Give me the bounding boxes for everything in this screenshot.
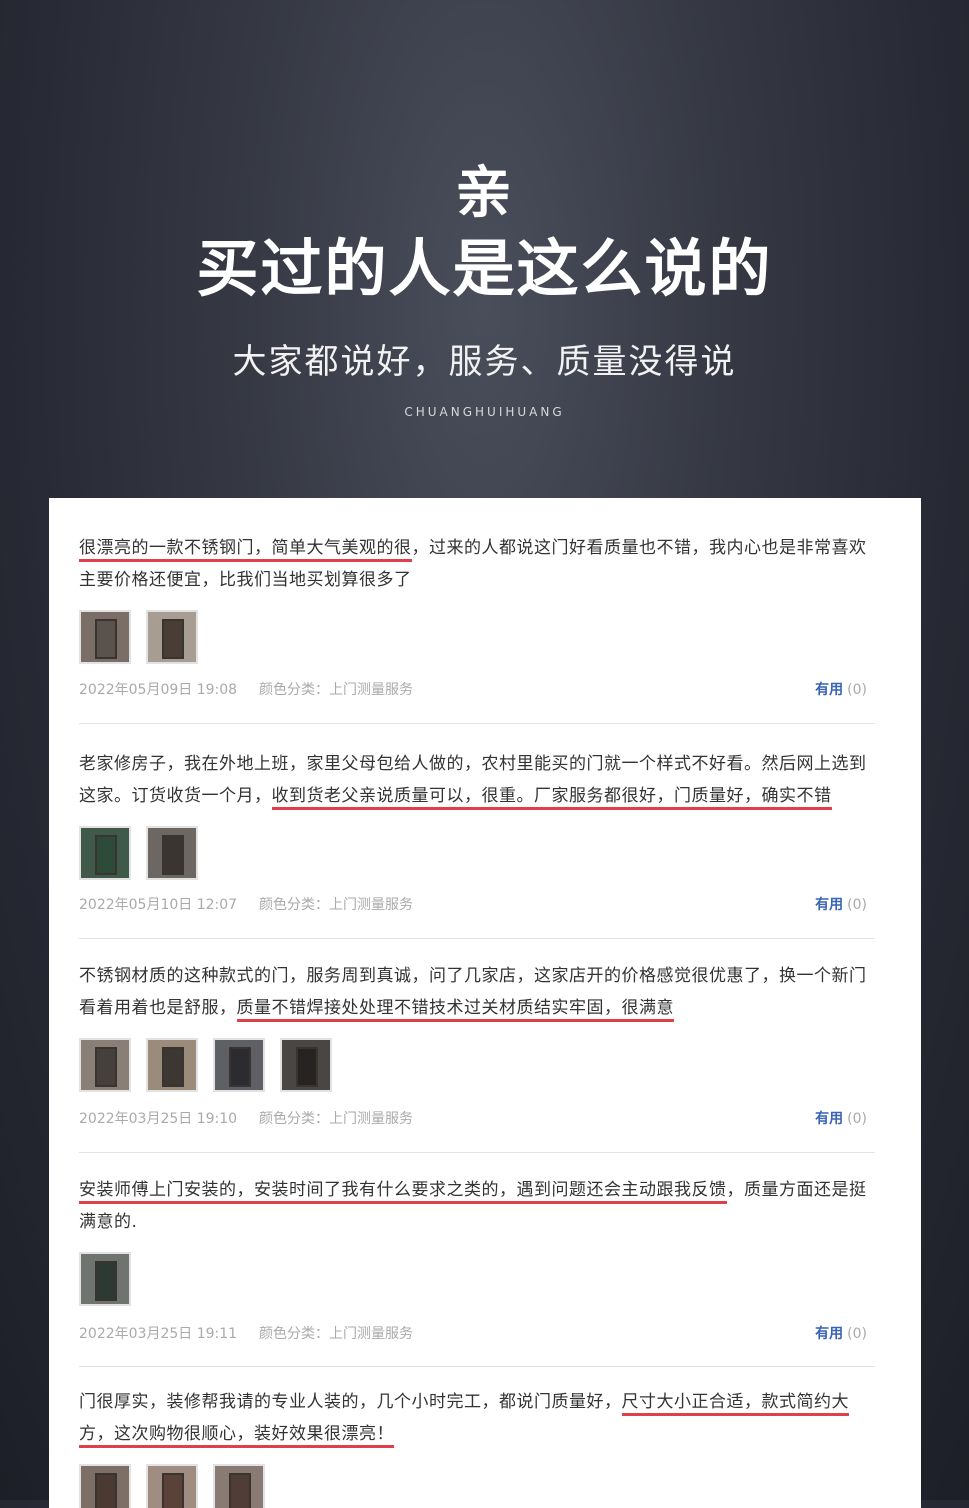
review-meta: 2022年05月10日 12:07 颜色分类：上门测量服务 有用 (0) <box>79 894 879 914</box>
useful-button[interactable]: 有用 (0) <box>815 1323 867 1343</box>
reviews-card: 很漂亮的一款不锈钢门，简单大气美观的很，过来的人都说这门好看质量也不错，我内心也… <box>49 498 921 1508</box>
review-date: 2022年03月25日 19:10 <box>79 1111 238 1127</box>
review-photo[interactable] <box>79 1038 131 1092</box>
review-item: 安装师傅上门安装的，安装时间了我有什么要求之类的，遇到问题还会主动跟我反馈，质量… <box>79 1174 879 1306</box>
review-highlight: 质量不错焊接处处理不错技术过关材质结实牢固，很满意 <box>236 998 674 1022</box>
review-meta: 2022年05月09日 19:08 颜色分类：上门测量服务 有用 (0) <box>79 679 879 699</box>
review-photos <box>79 1252 879 1306</box>
hero-title-line2: 买过的人是这么说的 <box>196 232 773 305</box>
review-item: 老家修房子，我在外地上班，家里父母包给人做的，农村里能买的门就一个样式不好看。然… <box>79 748 879 880</box>
review-meta: 2022年03月25日 19:10 颜色分类：上门测量服务 有用 (0) <box>79 1108 879 1128</box>
review-text: 老家修房子，我在外地上班，家里父母包给人做的，农村里能买的门就一个样式不好看。然… <box>79 748 879 812</box>
review-meta: 2022年03月25日 19:11 颜色分类：上门测量服务 有用 (0) <box>79 1323 879 1343</box>
review-text: 安装师傅上门安装的，安装时间了我有什么要求之类的，遇到问题还会主动跟我反馈，质量… <box>79 1174 879 1238</box>
divider <box>79 1152 875 1153</box>
review-photos <box>79 610 879 664</box>
review-photo[interactable] <box>146 610 198 664</box>
review-highlight: 收到货老父亲说质量可以，很重。厂家服务都很好，门质量好，确实不错 <box>271 786 832 810</box>
review-date: 2022年03月25日 19:11 <box>79 1326 238 1342</box>
review-category: 颜色分类：上门测量服务 <box>259 897 413 913</box>
useful-button[interactable]: 有用 (0) <box>815 1108 867 1128</box>
divider <box>79 938 875 939</box>
brand-name: CHUANGHUIHUANG <box>404 405 565 419</box>
hero-title-line1: 亲 <box>455 161 514 226</box>
review-date: 2022年05月09日 19:08 <box>79 682 238 698</box>
review-text: 门很厚实，装修帮我请的专业人装的，几个小时完工，都说门质量好，尺寸大小正合适，款… <box>79 1386 879 1450</box>
review-item: 门很厚实，装修帮我请的专业人装的，几个小时完工，都说门质量好，尺寸大小正合适，款… <box>79 1386 879 1508</box>
review-photo[interactable] <box>146 1464 198 1508</box>
review-photo[interactable] <box>79 1464 131 1508</box>
review-photo[interactable] <box>79 610 131 664</box>
hero-subtitle: 大家都说好，服务、质量没得说 <box>232 342 737 382</box>
review-date: 2022年05月10日 12:07 <box>79 897 238 913</box>
review-item: 不锈钢材质的这种款式的门，服务周到真诚，问了几家店，这家店开的价格感觉很优惠了，… <box>79 960 879 1092</box>
review-text: 很漂亮的一款不锈钢门，简单大气美观的很，过来的人都说这门好看质量也不错，我内心也… <box>79 532 879 596</box>
review-photo[interactable] <box>213 1038 265 1092</box>
review-photo[interactable] <box>213 1464 265 1508</box>
review-text-rest: 门很厚实，装修帮我请的专业人装的，几个小时完工，都说门质量好， <box>79 1392 622 1412</box>
review-category: 颜色分类：上门测量服务 <box>259 682 413 698</box>
review-text: 不锈钢材质的这种款式的门，服务周到真诚，问了几家店，这家店开的价格感觉很优惠了，… <box>79 960 879 1024</box>
review-photos <box>79 1038 879 1092</box>
useful-button[interactable]: 有用 (0) <box>815 894 867 914</box>
review-highlight: 安装师傅上门安装的，安装时间了我有什么要求之类的，遇到问题还会主动跟我反馈 <box>79 1180 727 1204</box>
useful-button[interactable]: 有用 (0) <box>815 679 867 699</box>
review-photo[interactable] <box>146 826 198 880</box>
review-photo[interactable] <box>79 826 131 880</box>
review-photo[interactable] <box>146 1038 198 1092</box>
review-photo[interactable] <box>280 1038 332 1092</box>
review-photos <box>79 1464 879 1508</box>
review-photos <box>79 826 879 880</box>
review-item: 很漂亮的一款不锈钢门，简单大气美观的很，过来的人都说这门好看质量也不错，我内心也… <box>79 532 879 664</box>
review-category: 颜色分类：上门测量服务 <box>259 1111 413 1127</box>
hero-banner: 亲 买过的人是这么说的 大家都说好，服务、质量没得说 CHUANGHUIHUAN… <box>0 0 969 500</box>
review-highlight: 很漂亮的一款不锈钢门，简单大气美观的很 <box>79 538 412 562</box>
divider <box>79 723 875 724</box>
review-photo[interactable] <box>79 1252 131 1306</box>
review-category: 颜色分类：上门测量服务 <box>259 1326 413 1342</box>
divider <box>79 1366 875 1367</box>
